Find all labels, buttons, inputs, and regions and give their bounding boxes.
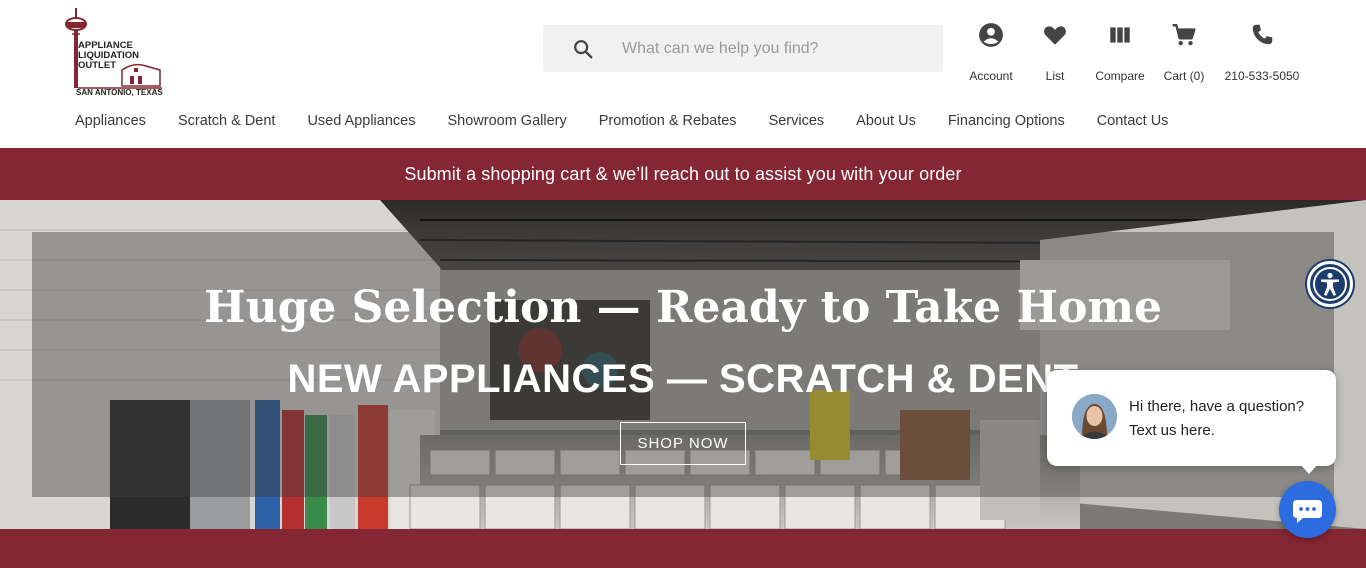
nav-used-appliances[interactable]: Used Appliances [307,113,415,129]
search-bar [543,25,943,72]
account-label: Account [969,69,1013,83]
list-label: List [1045,69,1065,83]
cart-icon [1172,24,1196,46]
nav-scratch-dent[interactable]: Scratch & Dent [178,113,276,129]
chat-icon [1293,500,1322,523]
search-input[interactable] [622,39,922,58]
nav-showroom-gallery[interactable]: Showroom Gallery [447,113,566,129]
accessibility-button[interactable] [1307,261,1353,307]
section-divider-bar [0,529,1366,568]
promo-text: Submit a shopping cart & we’ll reach out… [404,163,962,184]
chat-launcher-button[interactable] [1279,481,1336,538]
nav-about-us[interactable]: About Us [856,113,916,129]
nav-promotion-rebates[interactable]: Promotion & Rebates [599,113,737,129]
account-link[interactable]: Account [966,22,1016,83]
chat-prompt-bubble[interactable]: Hi there, have a question? Text us here. [1047,370,1336,474]
nav-appliances[interactable]: Appliances [75,113,146,129]
site-header: APPLIANCE LIQUIDATION OUTLET SAN ANTONIO… [0,0,1366,148]
nav-contact-us[interactable]: Contact Us [1097,113,1169,129]
cart-label: Cart (0) [1163,69,1205,83]
phone-link[interactable]: 210-533-5050 [1221,22,1303,83]
search-icon[interactable] [572,38,594,60]
logo-graphic: APPLIANCE LIQUIDATION OUTLET SAN ANTONIO… [65,8,163,96]
phone-icon [1252,24,1273,45]
nav-financing-options[interactable]: Financing Options [948,113,1065,129]
accessibility-icon [1313,267,1347,301]
list-link[interactable]: List [1035,22,1075,83]
shop-now-button[interactable]: SHOP NOW [620,422,746,465]
logo-text-3: OUTLET [78,60,116,71]
phone-label: 210-533-5050 [1224,69,1300,83]
agent-avatar [1072,394,1117,439]
main-nav: Appliances Scratch & Dent Used Appliance… [75,113,1200,129]
avatar-image [1072,394,1117,439]
account-icon [979,23,1003,47]
heart-icon [1044,26,1066,45]
cart-link[interactable]: Cart (0) [1161,22,1207,83]
compare-icon [1110,27,1130,43]
compare-label: Compare [1095,69,1145,83]
compare-link[interactable]: Compare [1092,22,1148,83]
hero-banner: Huge Selection — Ready to Take Home NEW … [0,200,1366,529]
nav-services[interactable]: Services [769,113,825,129]
store-logo[interactable]: APPLIANCE LIQUIDATION OUTLET SAN ANTONIO… [62,4,166,96]
chat-prompt-text: Hi there, have a question? Text us here. [1129,398,1305,439]
logo-text-4: SAN ANTONIO, TEXAS [76,88,163,96]
promo-banner: Submit a shopping cart & we’ll reach out… [0,148,1366,200]
hero-title: Huge Selection — Ready to Take Home [204,282,1162,333]
